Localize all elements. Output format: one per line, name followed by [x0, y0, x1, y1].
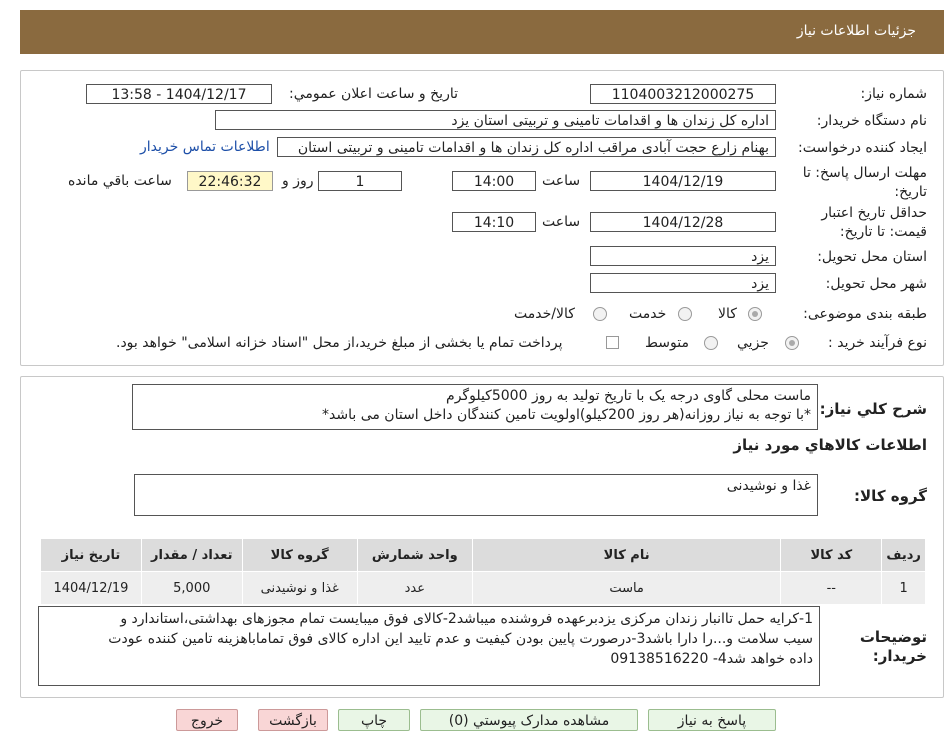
treasury-checkbox[interactable]	[606, 336, 619, 349]
col-group: گروه کالا	[241, 538, 358, 572]
description-line-1: ماست محلی گاوی درجه یک با تاریخ تولید به…	[446, 388, 811, 404]
category-radio-goods-service[interactable]	[593, 307, 607, 321]
days-label: روز و	[282, 173, 314, 189]
province-field: یزد	[590, 246, 776, 266]
creator-field: بهنام زارع حجت آبادی مراقب اداره کل زندا…	[277, 137, 776, 157]
province-label: استان محل تحويل:	[817, 249, 927, 265]
category-option-goods: کالا	[718, 306, 737, 322]
process-option-minor: جزيي	[737, 335, 769, 351]
deadline-label-2: تاريخ:	[894, 184, 927, 200]
cell-need-date: 1404/12/19	[40, 571, 142, 605]
col-item-code: کد کالا	[780, 538, 883, 572]
days-field: 1	[318, 171, 402, 191]
category-radio-goods[interactable]	[748, 307, 762, 321]
buyer-notes-label-2: خريدار:	[872, 647, 927, 665]
buyer-label: نام دستگاه خريدار:	[816, 113, 927, 129]
need-number-field: 1104003212000275	[590, 84, 776, 104]
reply-button[interactable]: پاسخ به نياز	[648, 709, 776, 731]
goods-group-value: غذا و نوشیدنی	[726, 478, 811, 494]
deadline-time-label: ساعت	[542, 173, 581, 189]
process-radio-medium[interactable]	[704, 336, 718, 350]
need-number-label: شماره نیاز:	[860, 86, 928, 102]
buyer-contact-link[interactable]: اطلاعات تماس خريدار	[140, 139, 270, 155]
remaining-time-field: 22:46:32	[187, 171, 273, 191]
print-button[interactable]: چاپ	[338, 709, 410, 731]
goods-group-field: غذا و نوشیدنی	[134, 474, 818, 516]
attachments-button[interactable]: مشاهده مدارک پيوستي (0)	[420, 709, 638, 731]
table-row: 1 -- ماست عدد غذا و نوشیدنی 5,000 1404/1…	[40, 571, 926, 605]
deadline-label: مهلت ارسال پاسخ: تا	[802, 165, 927, 181]
items-table: رديف کد کالا نام کالا واحد شمارش گروه کا…	[40, 538, 926, 605]
category-option-goods-service: کالا/خدمت	[514, 306, 575, 322]
cell-quantity: 5,000	[140, 571, 243, 605]
back-button[interactable]: بازگشت	[258, 709, 328, 731]
validity-label: حداقل تاريخ اعتبار	[821, 205, 927, 221]
category-radio-service[interactable]	[678, 307, 692, 321]
city-field: یزد	[590, 273, 776, 293]
validity-time-label: ساعت	[542, 214, 581, 230]
remaining-label: ساعت باقي مانده	[68, 173, 172, 189]
buyer-notes-line-1: 1-کرایه حمل تاانبار زندان مرکزی یزدبرعهد…	[120, 611, 813, 627]
table-header-row: رديف کد کالا نام کالا واحد شمارش گروه کا…	[40, 538, 926, 572]
exit-button[interactable]: خروج	[176, 709, 238, 731]
category-option-service: خدمت	[629, 306, 667, 322]
page-header: جزئیات اطلاعات نیاز	[20, 10, 944, 54]
deadline-time-field: 14:00	[452, 171, 536, 191]
treasury-note: پرداخت تمام يا بخشی از مبلغ خريد،از محل …	[116, 335, 563, 351]
buyer-notes-line-3: داده خواهد شد4- 09138516220	[610, 651, 813, 667]
cell-item-code: --	[780, 571, 883, 605]
cell-item-name: ماست	[471, 571, 782, 605]
validity-time-field: 14:10	[452, 212, 536, 232]
buyer-field: اداره کل زندان ها و اقدامات تامینی و ترب…	[215, 110, 776, 130]
city-label: شهر محل تحويل:	[825, 276, 927, 292]
buyer-notes-label: توضيحات	[859, 628, 927, 646]
creator-label: ايجاد کننده درخواست:	[798, 140, 927, 156]
buyer-notes-textarea[interactable]: 1-کرایه حمل تاانبار زندان مرکزی یزدبرعهد…	[38, 606, 820, 686]
buyer-notes-line-2: سیب سلامت و...را دارا باشد3-درصورت پایین…	[108, 631, 813, 647]
description-label: شرح كلي نياز:	[819, 400, 927, 418]
goods-section-title: اطلاعات کالاهاي مورد نياز	[733, 436, 927, 454]
validity-date-field: 1404/12/28	[590, 212, 776, 232]
cell-row-number: 1	[881, 571, 926, 605]
announce-label: تاریخ و ساعت اعلان عمومي:	[289, 86, 458, 102]
cell-group: غذا و نوشیدنی	[241, 571, 358, 605]
col-unit: واحد شمارش	[356, 538, 473, 572]
description-line-2: *با توجه به نیاز روزانه(هر روز 200کیلو)ا…	[322, 407, 811, 423]
col-item-name: نام کالا	[471, 538, 782, 572]
process-radio-minor[interactable]	[785, 336, 799, 350]
description-textarea[interactable]: ماست محلی گاوی درجه یک با تاریخ تولید به…	[132, 384, 818, 430]
process-option-medium: متوسط	[645, 335, 689, 351]
page-title: جزئیات اطلاعات نیاز	[796, 23, 916, 39]
col-row-number: رديف	[881, 538, 926, 572]
process-label: نوع فرآيند خريد :	[828, 335, 927, 351]
deadline-date-field: 1404/12/19	[590, 171, 776, 191]
goods-group-label: گروه کالا:	[854, 487, 927, 505]
col-need-date: تاريخ نياز	[40, 538, 142, 572]
validity-label-2: قيمت: تا تاريخ:	[839, 224, 927, 240]
category-label: طبقه بندی موضوعی:	[803, 306, 927, 322]
announce-field: 1404/12/17 - 13:58	[86, 84, 272, 104]
col-quantity: تعداد / مقدار	[140, 538, 243, 572]
cell-unit: عدد	[356, 571, 473, 605]
